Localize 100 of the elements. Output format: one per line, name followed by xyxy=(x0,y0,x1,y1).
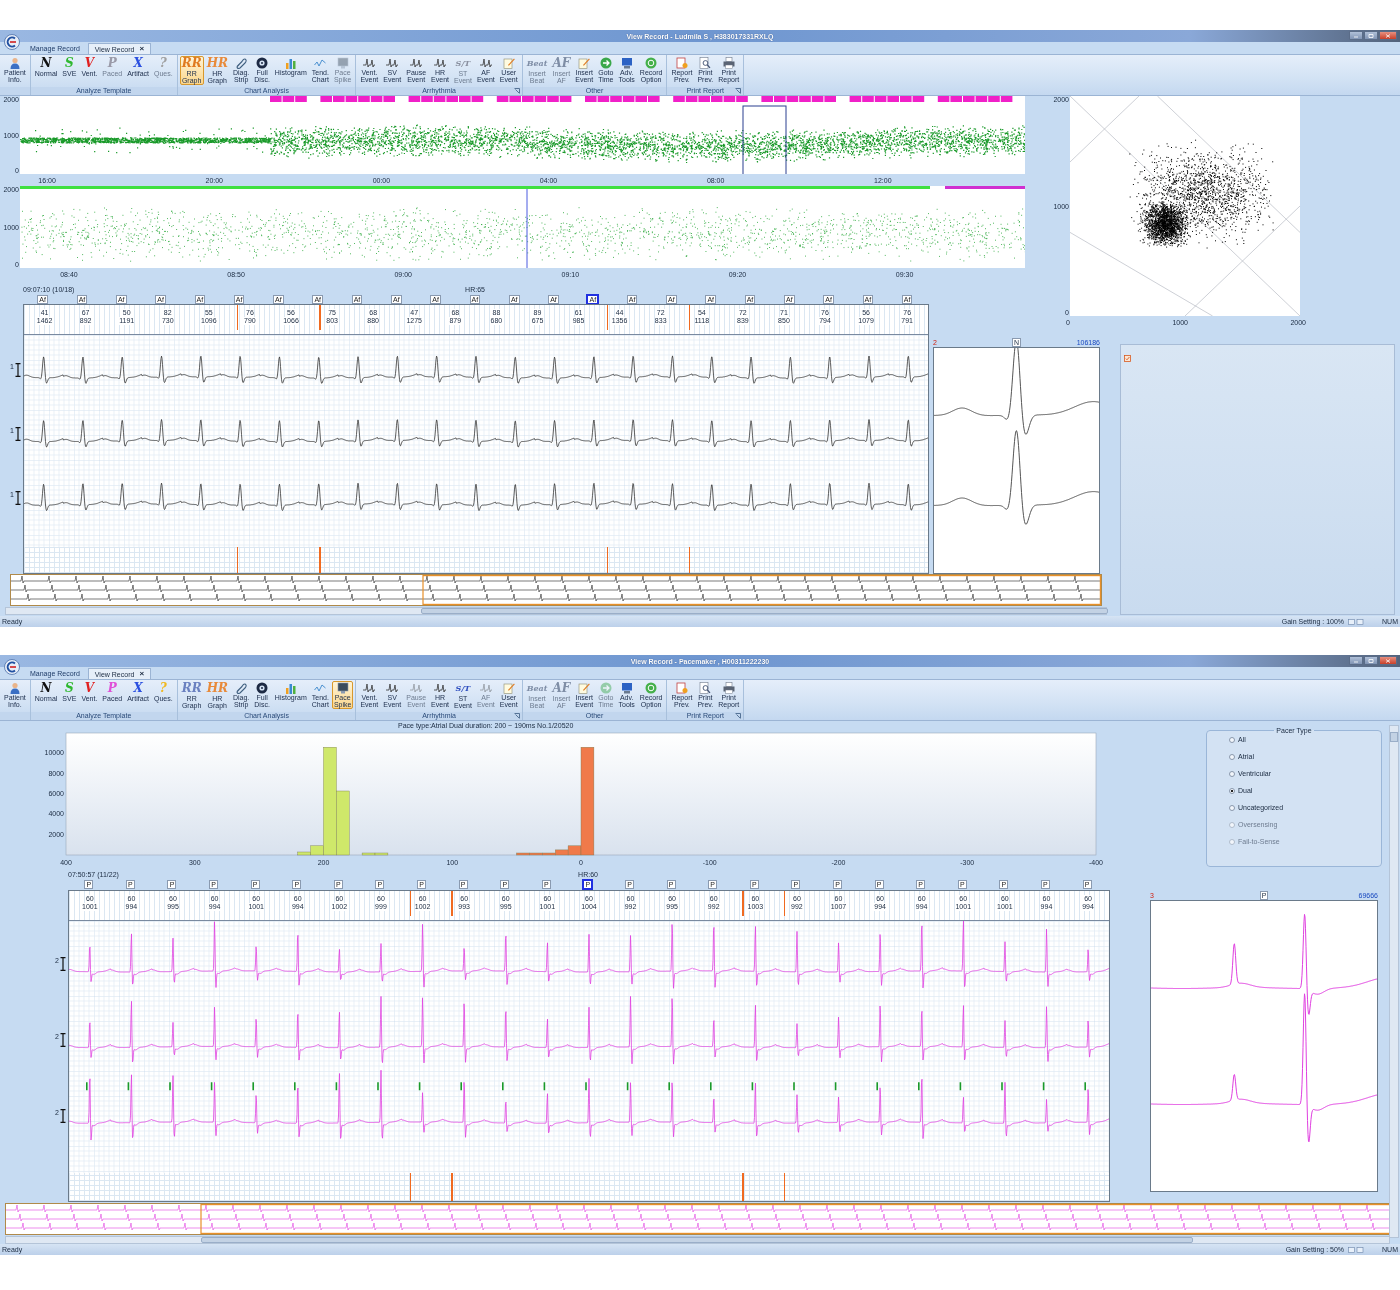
letter-icon: P xyxy=(107,57,117,70)
maximize-button[interactable] xyxy=(1364,31,1378,40)
paperclip-icon xyxy=(235,57,248,69)
overview-strip[interactable] xyxy=(5,1203,1390,1235)
letter-icon: AF xyxy=(552,57,571,70)
letter-icon: S xyxy=(65,57,74,70)
launcher-icon[interactable] xyxy=(735,88,742,94)
scroll-thumb[interactable] xyxy=(1390,732,1398,742)
monitor-icon xyxy=(336,682,349,694)
scrollbar[interactable] xyxy=(5,607,1107,615)
close-icon xyxy=(1385,658,1391,663)
arrow-icon xyxy=(599,57,612,69)
waveform-icon xyxy=(479,57,492,69)
letter-icon: Beat xyxy=(526,682,548,695)
letter-icon: ? xyxy=(159,57,167,70)
letter-icon: Beat xyxy=(526,57,548,70)
letter-icon: V xyxy=(84,682,94,695)
bar-chart-icon xyxy=(284,682,297,694)
arrow-icon xyxy=(599,682,612,694)
scroll-thumb[interactable] xyxy=(421,608,1108,614)
waveform-icon xyxy=(410,57,423,69)
letter-icon: V xyxy=(84,57,94,70)
line-chart-icon xyxy=(314,682,327,694)
waveform-icon xyxy=(386,682,399,694)
radio-button[interactable] xyxy=(1229,805,1235,811)
calibration-icon xyxy=(15,363,21,378)
overview-strip[interactable] xyxy=(10,574,1102,606)
waveform-icon xyxy=(386,57,399,69)
close-tab-button[interactable]: × xyxy=(139,670,145,678)
minimize-icon xyxy=(1353,658,1359,663)
tag-icon xyxy=(1124,355,1131,362)
letter-icon: HR xyxy=(206,682,228,695)
radio-button[interactable] xyxy=(1229,771,1235,777)
launcher-icon[interactable] xyxy=(513,88,520,94)
printer-icon xyxy=(722,57,735,69)
waveform-icon xyxy=(363,57,376,69)
close-icon xyxy=(1385,33,1391,38)
selection-frame xyxy=(742,105,787,174)
minimize-icon xyxy=(1353,33,1359,38)
close-button[interactable] xyxy=(1379,31,1397,40)
disc-icon xyxy=(256,57,269,69)
disc-icon xyxy=(256,682,269,694)
scrollbar[interactable] xyxy=(1389,725,1399,1238)
waveform-icon xyxy=(363,682,376,694)
record-icon xyxy=(645,682,658,694)
letter-icon: AF xyxy=(552,682,571,695)
document-icon xyxy=(675,682,688,694)
person-icon xyxy=(8,57,21,69)
letter-icon: P xyxy=(107,682,117,695)
letter-icon: HR xyxy=(206,57,228,70)
monitor-icon xyxy=(336,57,349,69)
radio-button[interactable] xyxy=(1229,788,1235,794)
notepad-icon xyxy=(578,682,591,694)
waveform-icon xyxy=(479,682,492,694)
line-chart-icon xyxy=(314,57,327,69)
letter-icon: X xyxy=(133,682,143,695)
record-icon xyxy=(645,57,658,69)
letter-icon: RR xyxy=(181,57,202,70)
letter-icon: RR xyxy=(181,682,202,695)
maximize-button[interactable] xyxy=(1364,656,1378,665)
bar-chart-icon xyxy=(284,57,297,69)
notepad-icon xyxy=(578,57,591,69)
waveform-icon xyxy=(410,682,423,694)
maximize-icon xyxy=(1368,33,1374,38)
computer-icon xyxy=(620,57,633,69)
close-button[interactable] xyxy=(1379,656,1397,665)
computer-icon xyxy=(620,682,633,694)
launcher-icon[interactable] xyxy=(513,713,520,719)
notepad-icon xyxy=(502,57,515,69)
calibration-icon xyxy=(60,1108,66,1123)
minimize-button[interactable] xyxy=(1349,656,1363,665)
scroll-thumb[interactable] xyxy=(201,1237,1193,1243)
document-icon xyxy=(675,57,688,69)
letter-icon: X xyxy=(133,57,143,70)
notepad-icon xyxy=(502,682,515,694)
letter-icon: S xyxy=(65,682,74,695)
magnifier-icon xyxy=(699,57,712,69)
calibration-icon xyxy=(60,957,66,972)
view-mode-icon xyxy=(1348,618,1365,625)
letter-icon: ? xyxy=(159,682,167,695)
magnifier-icon xyxy=(699,682,712,694)
person-icon xyxy=(8,682,21,694)
printer-icon xyxy=(722,682,735,694)
maximize-icon xyxy=(1368,658,1374,663)
paperclip-icon xyxy=(235,682,248,694)
calibration-icon xyxy=(60,1033,66,1047)
letter-icon: S/T xyxy=(455,57,471,70)
letter-icon: N xyxy=(40,682,52,695)
waveform-icon xyxy=(434,682,447,694)
radio-button[interactable] xyxy=(1229,737,1235,743)
close-tab-button[interactable]: × xyxy=(139,45,145,53)
calibration-icon xyxy=(15,490,21,505)
launcher-icon[interactable] xyxy=(735,713,742,719)
letter-icon: S/T xyxy=(455,682,471,695)
radio-button[interactable] xyxy=(1229,754,1235,760)
letter-icon: N xyxy=(40,57,52,70)
view-mode-icon xyxy=(1348,1246,1365,1253)
waveform-icon xyxy=(434,57,447,69)
minimize-button[interactable] xyxy=(1349,31,1363,40)
calibration-icon xyxy=(15,427,21,441)
